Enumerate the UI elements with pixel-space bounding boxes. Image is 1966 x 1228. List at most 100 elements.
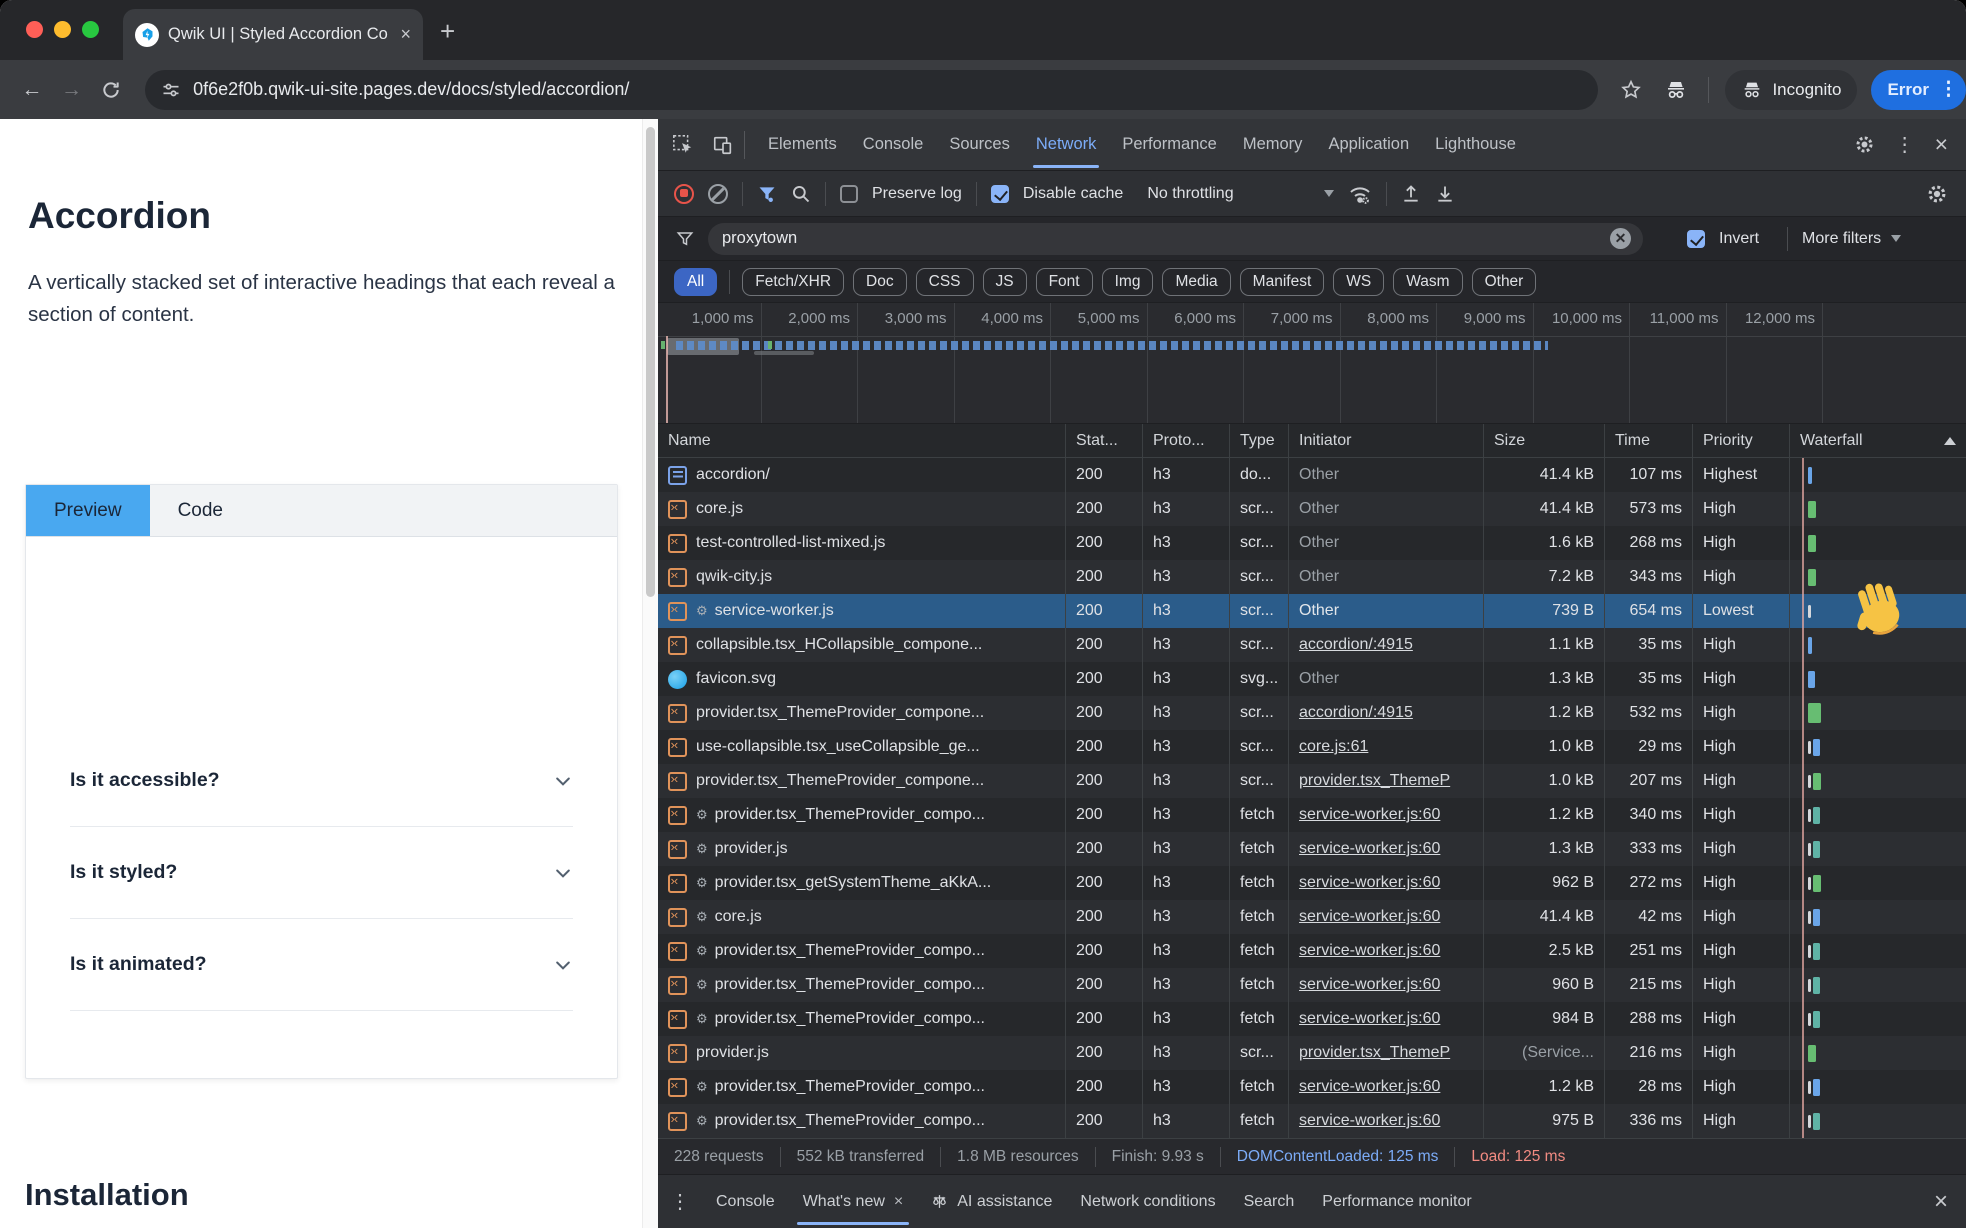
scrollbar-thumb[interactable] (646, 127, 655, 597)
disable-cache-checkbox[interactable] (991, 185, 1009, 203)
reload-button[interactable] (91, 80, 131, 100)
network-request-row[interactable]: ⚙service-worker.js200h3scr...Other739 B6… (658, 594, 1966, 628)
network-request-row[interactable]: ⚙provider.tsx_getSystemTheme_aKkA...200h… (658, 866, 1966, 900)
drawer-tab-what-s-new[interactable]: What's new× (789, 1175, 918, 1228)
column-header-initiator[interactable]: Initiator (1289, 424, 1484, 457)
request-name-cell[interactable]: use-collapsible.tsx_useCollapsible_ge... (658, 730, 1066, 764)
initiator-link[interactable]: service-worker.js:60 (1299, 942, 1440, 960)
browser-tab[interactable]: Qwik UI | Styled Accordion Co × (123, 9, 423, 60)
export-har-icon[interactable] (1435, 184, 1455, 204)
initiator-cell[interactable]: service-worker.js:60 (1289, 1002, 1484, 1036)
request-name-cell[interactable]: core.js (658, 492, 1066, 526)
drawer-tab-console[interactable]: Console (702, 1175, 789, 1228)
initiator-link[interactable]: service-worker.js:60 (1299, 806, 1440, 824)
network-conditions-icon[interactable] (1348, 182, 1372, 206)
initiator-link[interactable]: service-worker.js:60 (1299, 1010, 1440, 1028)
waterfall-cell[interactable] (1790, 1002, 1966, 1036)
devtools-tab-network[interactable]: Network (1023, 119, 1110, 171)
devtools-tab-application[interactable]: Application (1315, 119, 1422, 171)
sort-ascending-icon[interactable] (1944, 437, 1956, 445)
demo-tab-preview[interactable]: Preview (26, 485, 150, 536)
filter-text-input[interactable]: proxytown ✕ (708, 223, 1643, 255)
url-text[interactable]: 0f6e2f0b.qwik-ui-site.pages.dev/docs/sty… (193, 79, 629, 100)
filter-chip-font[interactable]: Font (1036, 268, 1093, 296)
column-header-proto[interactable]: Proto... (1143, 424, 1230, 457)
request-name-cell[interactable]: ⚙core.js (658, 900, 1066, 934)
waterfall-cell[interactable] (1790, 798, 1966, 832)
drawer-menu-icon[interactable]: ⋮ (670, 1189, 690, 1214)
request-name-cell[interactable]: ⚙provider.js (658, 832, 1066, 866)
waterfall-cell[interactable] (1790, 900, 1966, 934)
filter-icon[interactable] (757, 184, 777, 204)
invert-label[interactable]: Invert (1719, 230, 1759, 248)
filter-chip-img[interactable]: Img (1102, 268, 1154, 296)
clear-filter-icon[interactable]: ✕ (1610, 228, 1631, 249)
request-name-cell[interactable]: ⚙provider.tsx_ThemeProvider_compo... (658, 1104, 1066, 1138)
network-request-row[interactable]: qwik-city.js200h3scr...Other7.2 kB343 ms… (658, 560, 1966, 594)
request-name-cell[interactable]: ⚙service-worker.js (658, 594, 1066, 628)
url-bar[interactable]: 0f6e2f0b.qwik-ui-site.pages.dev/docs/sty… (145, 70, 1598, 110)
initiator-cell[interactable]: service-worker.js:60 (1289, 968, 1484, 1002)
preserve-log-checkbox[interactable] (840, 185, 858, 203)
filter-chip-doc[interactable]: Doc (853, 268, 907, 296)
network-request-row[interactable]: use-collapsible.tsx_useCollapsible_ge...… (658, 730, 1966, 764)
status-5[interactable]: DOMContentLoaded: 125 ms (1221, 1148, 1455, 1166)
filter-chip-media[interactable]: Media (1162, 268, 1230, 296)
waterfall-cell[interactable] (1790, 934, 1966, 968)
minimize-window-button[interactable] (54, 21, 71, 38)
initiator-cell[interactable]: core.js:61 (1289, 730, 1484, 764)
tab-close-icon[interactable]: × (400, 24, 411, 45)
network-request-row[interactable]: ⚙provider.js200h3fetchservice-worker.js:… (658, 832, 1966, 866)
waterfall-cell[interactable] (1790, 1036, 1966, 1070)
devtools-tab-console[interactable]: Console (850, 119, 937, 171)
waterfall-cell[interactable] (1790, 696, 1966, 730)
inspect-element-icon[interactable] (672, 134, 694, 156)
initiator-link[interactable]: service-worker.js:60 (1299, 1078, 1440, 1096)
request-name-cell[interactable]: favicon.svg (658, 662, 1066, 696)
waterfall-cell[interactable] (1790, 662, 1966, 696)
devtools-close-icon[interactable]: × (1935, 131, 1948, 158)
waterfall-cell[interactable] (1790, 458, 1966, 492)
error-profile-button[interactable]: Error ⋮ (1871, 70, 1966, 110)
network-request-row[interactable]: ⚙provider.tsx_ThemeProvider_compo...200h… (658, 798, 1966, 832)
initiator-cell[interactable]: service-worker.js:60 (1289, 866, 1484, 900)
request-name-cell[interactable]: ⚙provider.tsx_ThemeProvider_compo... (658, 1070, 1066, 1104)
network-request-row[interactable]: accordion/200h3do...Other41.4 kB107 msHi… (658, 458, 1966, 492)
accordion-trigger[interactable]: Is it accessible? (70, 735, 573, 827)
devtools-tab-sources[interactable]: Sources (936, 119, 1023, 171)
request-name-cell[interactable]: ⚙provider.tsx_ThemeProvider_compo... (658, 934, 1066, 968)
bookmark-star-icon[interactable] (1620, 79, 1642, 101)
initiator-link[interactable]: provider.tsx_ThemeP (1299, 1044, 1450, 1062)
throttling-select[interactable]: No throttling (1147, 185, 1233, 203)
column-header-priority[interactable]: Priority (1693, 424, 1790, 457)
network-request-row[interactable]: collapsible.tsx_HCollapsible_compone...2… (658, 628, 1966, 662)
filter-chip-ws[interactable]: WS (1333, 268, 1384, 296)
initiator-link[interactable]: service-worker.js:60 (1299, 840, 1440, 858)
initiator-link[interactable]: service-worker.js:60 (1299, 908, 1440, 926)
initiator-cell[interactable]: service-worker.js:60 (1289, 798, 1484, 832)
initiator-link[interactable]: service-worker.js:60 (1299, 1112, 1440, 1130)
filter-chip-wasm[interactable]: Wasm (1393, 268, 1462, 296)
initiator-cell[interactable]: accordion/:4915 (1289, 696, 1484, 730)
column-header-time[interactable]: Time (1605, 424, 1693, 457)
initiator-cell[interactable]: provider.tsx_ThemeP (1289, 764, 1484, 798)
initiator-cell[interactable]: service-worker.js:60 (1289, 900, 1484, 934)
import-har-icon[interactable] (1401, 184, 1421, 204)
new-tab-button[interactable]: + (440, 16, 455, 47)
record-network-log-icon[interactable] (674, 184, 694, 204)
maximize-window-button[interactable] (82, 21, 99, 38)
drawer-tab-search[interactable]: Search (1230, 1175, 1309, 1228)
network-request-row[interactable]: test-controlled-list-mixed.js200h3scr...… (658, 526, 1966, 560)
drawer-tab-ai-assistance[interactable]: AI assistance (917, 1175, 1066, 1228)
request-name-cell[interactable]: ⚙provider.tsx_getSystemTheme_aKkA... (658, 866, 1066, 900)
devtools-tab-memory[interactable]: Memory (1230, 119, 1316, 171)
network-request-row[interactable]: ⚙provider.tsx_ThemeProvider_compo...200h… (658, 1104, 1966, 1138)
devtools-tab-performance[interactable]: Performance (1109, 119, 1229, 171)
page-scrollbar[interactable] (642, 119, 658, 1228)
waterfall-cell[interactable] (1790, 492, 1966, 526)
request-name-cell[interactable]: test-controlled-list-mixed.js (658, 526, 1066, 560)
request-name-cell[interactable]: ⚙provider.tsx_ThemeProvider_compo... (658, 798, 1066, 832)
drawer-tab-network-conditions[interactable]: Network conditions (1066, 1175, 1229, 1228)
waterfall-cell[interactable] (1790, 832, 1966, 866)
request-name-cell[interactable]: provider.tsx_ThemeProvider_compone... (658, 696, 1066, 730)
